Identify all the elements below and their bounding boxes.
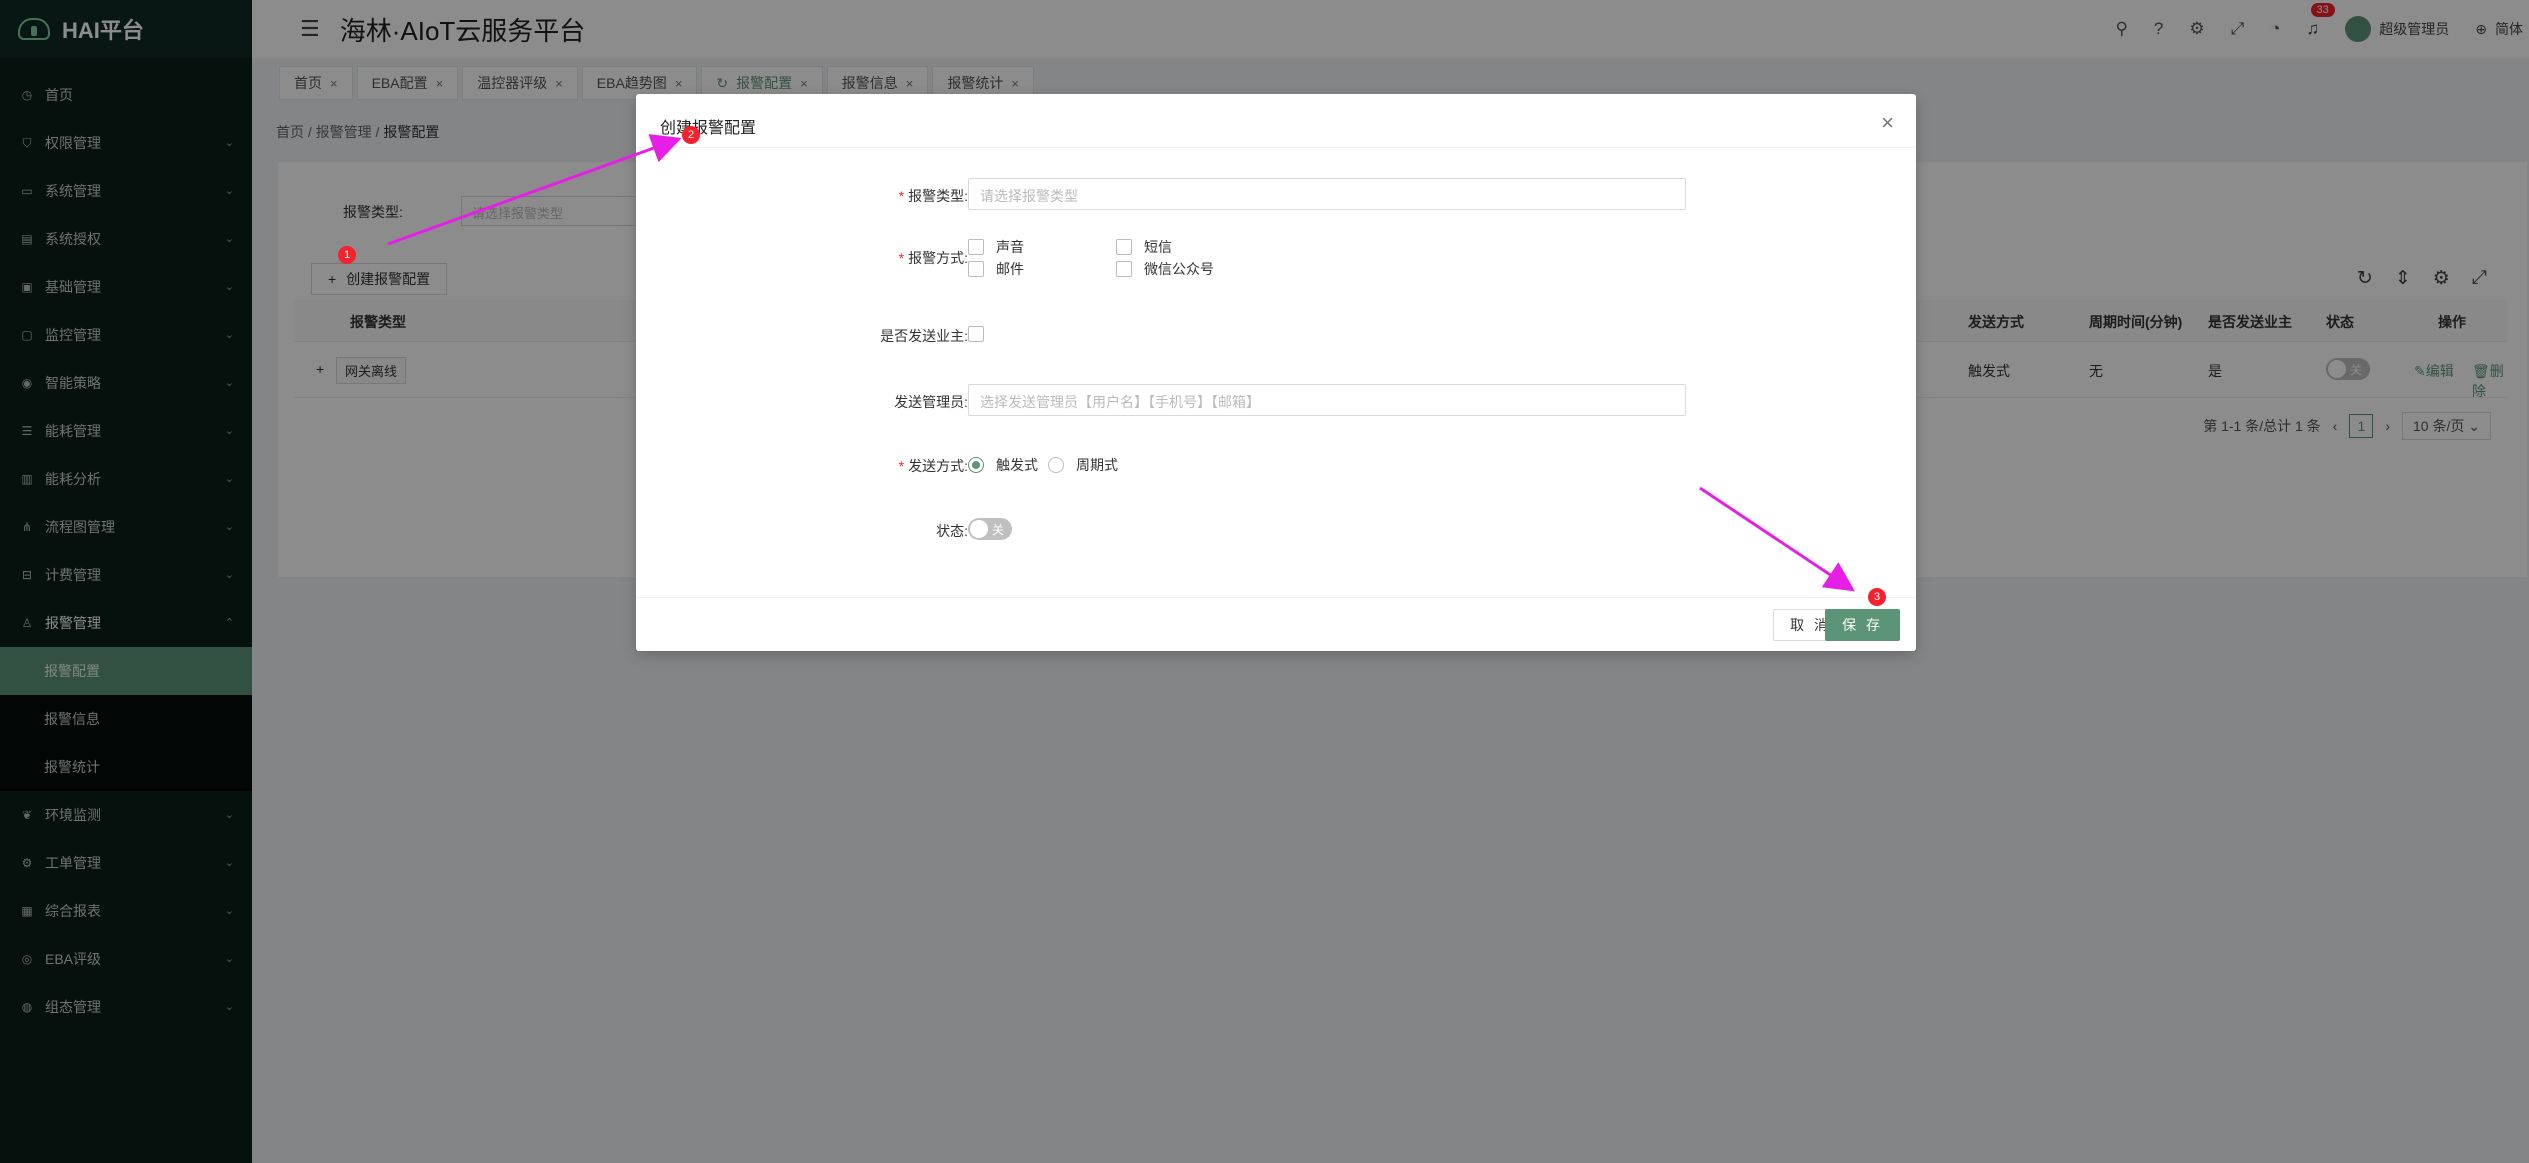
modal-footer: 取 消 保 存 [636,597,1916,651]
checkbox-sms[interactable]: 短信 [1116,238,1214,256]
annotation-marker-2: 2 [682,126,700,144]
close-icon[interactable]: × [1881,110,1894,136]
radio-periodic[interactable]: 周期式 [1048,456,1118,474]
create-alarm-config-modal: 创建报警配置 × * 报警类型: 请选择报警类型 * 报警方式: 声音 邮件 短信 … [636,94,1916,651]
alarm-method-label: * 报警方式: [898,250,968,266]
send-admin-label: 发送管理员: [894,394,968,410]
send-mode-label: * 发送方式: [898,458,968,474]
status-switch[interactable]: 关 [968,518,1012,540]
radio-trigger[interactable]: 触发式 [968,456,1038,474]
alarm-method-group: 声音 邮件 [968,238,1024,278]
field-alarm-method: * 报警方式: 声音 邮件 短信 微信公众号 [636,238,1916,278]
checkbox-wechat[interactable]: 微信公众号 [1116,260,1214,278]
annotation-marker-3: 3 [1868,588,1886,606]
annotation-marker-1: 1 [338,246,356,264]
alarm-type-label: * 报警类型: [898,188,968,204]
checkbox-sound[interactable]: 声音 [968,238,1024,256]
field-send-admin: 发送管理员: 选择发送管理员【用户名】【手机号】【邮箱】 [636,384,1916,416]
send-owner-label: 是否发送业主: [880,328,968,344]
field-alarm-type: * 报警类型: 请选择报警类型 [636,178,1916,210]
save-button[interactable]: 保 存 [1825,609,1900,641]
status-label: 状态: [936,523,968,539]
send-owner-checkbox[interactable] [968,326,984,342]
field-send-owner: 是否发送业主: [636,326,1916,346]
send-admin-select[interactable]: 选择发送管理员【用户名】【手机号】【邮箱】 [968,384,1686,416]
field-status: 状态: 关 [636,518,1916,542]
alarm-method-group-2: 短信 微信公众号 [1116,238,1214,278]
field-send-mode: * 发送方式: 触发式 周期式 [636,456,1916,476]
modal-title: 创建报警配置 [636,94,1916,148]
checkbox-email[interactable]: 邮件 [968,260,1024,278]
alarm-type-select[interactable]: 请选择报警类型 [968,178,1686,210]
